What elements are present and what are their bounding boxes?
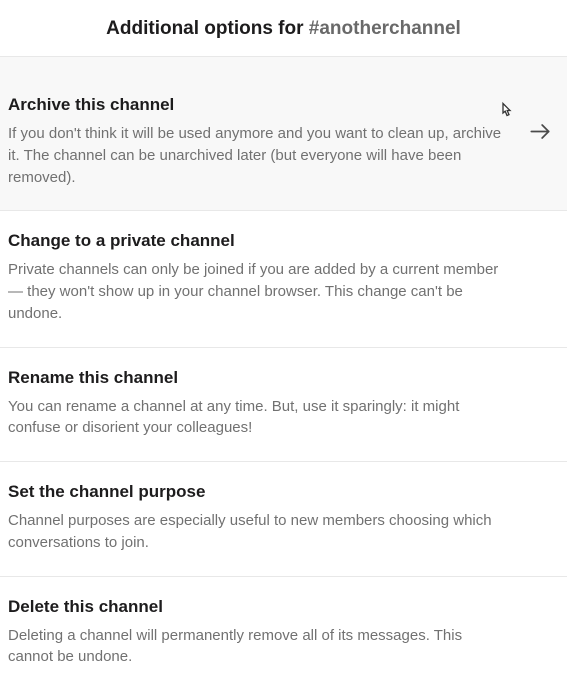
option-content: Rename this channel You can rename a cha… bbox=[8, 368, 557, 440]
option-title: Delete this channel bbox=[8, 597, 507, 617]
option-title: Change to a private channel bbox=[8, 231, 507, 251]
option-delete-channel[interactable]: Delete this channel Deleting a channel w… bbox=[0, 577, 567, 690]
pointer-cursor-icon bbox=[497, 101, 515, 126]
option-private-channel[interactable]: Change to a private channel Private chan… bbox=[0, 211, 567, 347]
channel-name: #anotherchannel bbox=[309, 18, 461, 39]
option-channel-purpose[interactable]: Set the channel purpose Channel purposes… bbox=[0, 462, 567, 577]
option-content: Archive this channel If you don't think … bbox=[8, 95, 557, 188]
dialog-title: Additional options for #anotherchannel bbox=[106, 18, 461, 39]
option-description: You can rename a channel at any time. Bu… bbox=[8, 396, 507, 440]
option-title: Archive this channel bbox=[8, 95, 507, 115]
option-title: Rename this channel bbox=[8, 368, 507, 388]
option-description: If you don't think it will be used anymo… bbox=[8, 123, 507, 188]
option-description: Channel purposes are especially useful t… bbox=[8, 510, 507, 554]
option-content: Change to a private channel Private chan… bbox=[8, 231, 557, 324]
dialog-header: Additional options for #anotherchannel bbox=[0, 0, 567, 57]
title-prefix: Additional options for bbox=[106, 18, 309, 39]
option-content: Set the channel purpose Channel purposes… bbox=[8, 482, 557, 554]
option-title: Set the channel purpose bbox=[8, 482, 507, 502]
option-description: Deleting a channel will permanently remo… bbox=[8, 625, 507, 669]
option-description: Private channels can only be joined if y… bbox=[8, 259, 507, 324]
option-rename-channel[interactable]: Rename this channel You can rename a cha… bbox=[0, 348, 567, 463]
option-content: Delete this channel Deleting a channel w… bbox=[8, 597, 557, 669]
options-list: Archive this channel If you don't think … bbox=[0, 57, 567, 690]
option-archive-channel[interactable]: Archive this channel If you don't think … bbox=[0, 57, 567, 211]
chevron-right-icon bbox=[527, 118, 553, 149]
